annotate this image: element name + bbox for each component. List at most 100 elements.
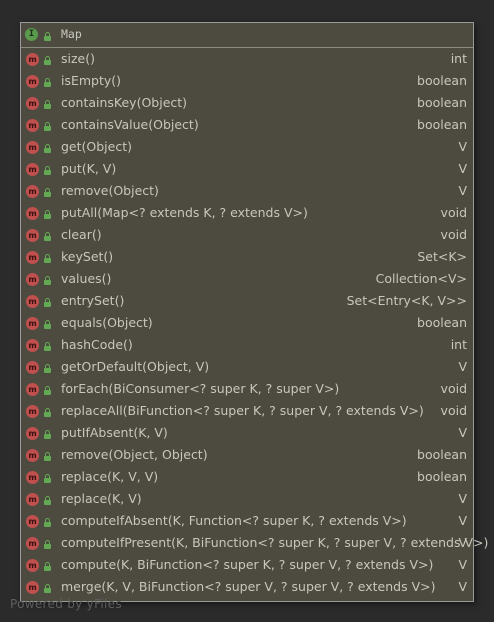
method-row[interactable]: m putAll(Map<? extends K, ? extends V>) vo… xyxy=(21,202,473,224)
method-signature: merge(K, V, BiFunction<? super V, ? supe… xyxy=(61,579,436,594)
method-signature: get(Object) xyxy=(61,139,132,154)
return-type: void xyxy=(440,205,467,220)
method-icon: m xyxy=(26,427,39,440)
return-type: boolean xyxy=(417,95,467,110)
return-type: V xyxy=(458,513,467,528)
method-icon: m xyxy=(26,581,39,594)
method-signature: put(K, V) xyxy=(61,161,117,176)
method-icon: m xyxy=(26,119,39,132)
method-row[interactable]: m putIfAbsent(K, V) V xyxy=(21,422,473,444)
public-visibility-icon xyxy=(44,56,51,65)
method-signature: putIfAbsent(K, V) xyxy=(61,425,168,440)
method-signature: keySet() xyxy=(61,249,114,264)
method-icon: m xyxy=(26,163,39,176)
method-signature: replaceAll(BiFunction<? super K, ? super… xyxy=(61,403,424,418)
method-signature: values() xyxy=(61,271,112,286)
method-row[interactable]: m containsKey(Object) boolean xyxy=(21,92,473,114)
method-row[interactable]: m isEmpty() boolean xyxy=(21,70,473,92)
return-type: V xyxy=(458,161,467,176)
method-row[interactable]: m put(K, V) V xyxy=(21,158,473,180)
return-type: V xyxy=(458,579,467,594)
return-type: void xyxy=(440,381,467,396)
method-row[interactable]: m getOrDefault(Object, V) V xyxy=(21,356,473,378)
method-signature: getOrDefault(Object, V) xyxy=(61,359,210,374)
method-signature: computeIfPresent(K, BiFunction<? super K… xyxy=(61,535,489,550)
return-type: boolean xyxy=(417,447,467,462)
method-signature: size() xyxy=(61,51,95,66)
public-visibility-icon xyxy=(44,232,51,241)
public-visibility-icon xyxy=(44,276,51,285)
public-visibility-icon xyxy=(44,496,51,505)
method-row[interactable]: m entrySet() Set<Entry<K, V>> xyxy=(21,290,473,312)
method-signature: compute(K, BiFunction<? super K, ? super… xyxy=(61,557,434,572)
method-row[interactable]: m equals(Object) boolean xyxy=(21,312,473,334)
return-type: void xyxy=(440,227,467,242)
method-signature: computeIfAbsent(K, Function<? super K, ?… xyxy=(61,513,407,528)
public-visibility-icon xyxy=(44,122,51,131)
method-icon: m xyxy=(26,207,39,220)
public-visibility-icon xyxy=(44,386,51,395)
method-icon: m xyxy=(26,449,39,462)
return-type: int xyxy=(450,51,467,66)
public-visibility-icon xyxy=(44,584,51,593)
method-icon: m xyxy=(26,317,39,330)
uml-class-node-map[interactable]: I Map m size() int m isEmpty() boolean m contai… xyxy=(20,22,488,602)
method-icon: m xyxy=(26,229,39,242)
method-row[interactable]: m replaceAll(BiFunction<? super K, ? supe… xyxy=(21,400,473,422)
return-type: int xyxy=(450,337,467,352)
method-row[interactable]: m keySet() Set<K> xyxy=(21,246,473,268)
public-visibility-icon xyxy=(44,474,51,483)
method-icon: m xyxy=(26,53,39,66)
method-icon: m xyxy=(26,559,39,572)
method-row[interactable]: m forEach(BiConsumer<? super K, ? super V… xyxy=(21,378,473,400)
node-title: Map xyxy=(61,27,82,41)
public-visibility-icon xyxy=(44,320,51,329)
interface-icon: I xyxy=(25,28,38,41)
method-icon: m xyxy=(26,537,39,550)
public-visibility-icon xyxy=(44,562,51,571)
return-type: V xyxy=(458,139,467,154)
method-row[interactable]: m hashCode() int xyxy=(21,334,473,356)
public-visibility-icon xyxy=(44,166,51,175)
method-row[interactable]: m values() Collection<V> xyxy=(21,268,473,290)
method-row[interactable]: m remove(Object, Object) boolean xyxy=(21,444,473,466)
return-type: boolean xyxy=(417,315,467,330)
method-row[interactable]: m size() int xyxy=(21,48,473,70)
method-icon: m xyxy=(26,493,39,506)
return-type: V xyxy=(458,491,467,506)
method-list: m size() int m isEmpty() boolean m containsKey(… xyxy=(21,48,488,598)
method-row[interactable]: m remove(Object) V xyxy=(21,180,473,202)
return-type: V xyxy=(458,183,467,198)
public-visibility-icon xyxy=(44,364,51,373)
return-type: V xyxy=(458,557,467,572)
method-row[interactable]: m merge(K, V, BiFunction<? super V, ? sup… xyxy=(21,576,473,598)
method-row[interactable]: m computeIfAbsent(K, Function<? super K, … xyxy=(21,510,473,532)
method-icon: m xyxy=(26,141,39,154)
public-visibility-icon xyxy=(44,430,51,439)
method-icon: m xyxy=(26,339,39,352)
method-icon: m xyxy=(26,273,39,286)
method-icon: m xyxy=(26,515,39,528)
method-row[interactable]: m computeIfPresent(K, BiFunction<? super … xyxy=(21,532,488,554)
public-visibility-icon xyxy=(44,32,51,41)
method-icon: m xyxy=(26,361,39,374)
method-row[interactable]: m containsValue(Object) boolean xyxy=(21,114,473,136)
return-type: Collection<V> xyxy=(375,271,467,286)
method-icon: m xyxy=(26,383,39,396)
return-type: void xyxy=(440,403,467,418)
method-icon: m xyxy=(26,75,39,88)
method-row[interactable]: m replace(K, V, V) boolean xyxy=(21,466,473,488)
method-signature: replace(K, V) xyxy=(61,491,142,506)
method-row[interactable]: m get(Object) V xyxy=(21,136,473,158)
method-signature: replace(K, V, V) xyxy=(61,469,159,484)
method-icon: m xyxy=(26,97,39,110)
method-row[interactable]: m clear() void xyxy=(21,224,473,246)
method-row[interactable]: m replace(K, V) V xyxy=(21,488,473,510)
return-type: Set<Entry<K, V>> xyxy=(346,293,467,308)
return-type: V xyxy=(458,535,467,550)
public-visibility-icon xyxy=(44,100,51,109)
public-visibility-icon xyxy=(44,540,51,549)
method-row[interactable]: m compute(K, BiFunction<? super K, ? supe… xyxy=(21,554,473,576)
method-signature: remove(Object) xyxy=(61,183,159,198)
public-visibility-icon xyxy=(44,342,51,351)
